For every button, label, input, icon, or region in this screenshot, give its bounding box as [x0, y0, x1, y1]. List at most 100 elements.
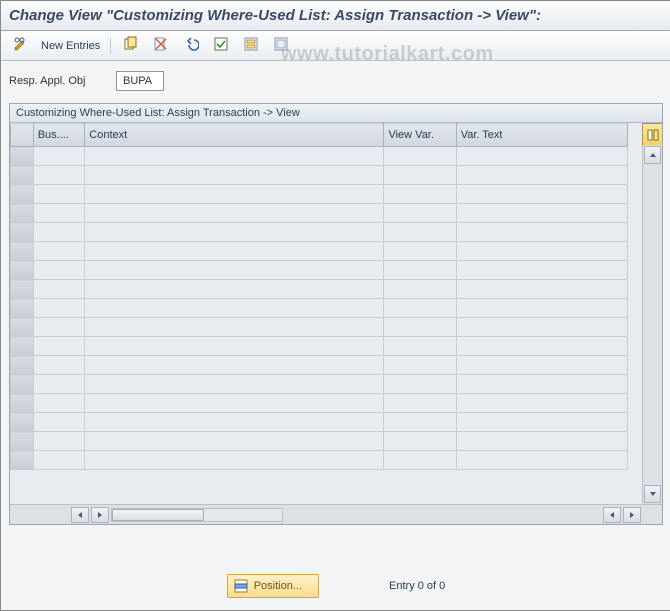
cell-var-text[interactable]	[456, 299, 627, 318]
cell-bus[interactable]	[33, 451, 85, 470]
row-selector[interactable]	[11, 223, 34, 242]
cell-context[interactable]	[85, 261, 384, 280]
scroll-up-button[interactable]	[644, 146, 661, 164]
scroll-down-button[interactable]	[644, 485, 661, 503]
cell-bus[interactable]	[33, 185, 85, 204]
row-selector[interactable]	[11, 280, 34, 299]
cell-view-var[interactable]	[384, 204, 456, 223]
cell-view-var[interactable]	[384, 356, 456, 375]
row-selector[interactable]	[11, 318, 34, 337]
table-row[interactable]	[11, 375, 628, 394]
cell-var-text[interactable]	[456, 166, 627, 185]
row-selector[interactable]	[11, 432, 34, 451]
hscroll-track-left[interactable]	[111, 508, 283, 522]
row-selector[interactable]	[11, 166, 34, 185]
col-header-bus[interactable]: Bus....	[33, 124, 85, 147]
table-row[interactable]	[11, 356, 628, 375]
select-block-button[interactable]	[239, 35, 263, 56]
table-row[interactable]	[11, 451, 628, 470]
new-entries-button[interactable]: New Entries	[39, 39, 102, 53]
delete-button[interactable]	[149, 35, 173, 56]
table-row[interactable]	[11, 318, 628, 337]
cell-view-var[interactable]	[384, 242, 456, 261]
position-button[interactable]: Position...	[227, 574, 319, 598]
configure-columns-button[interactable]	[642, 123, 662, 147]
hscroll-thumb[interactable]	[112, 509, 204, 521]
scroll-left-button-2[interactable]	[603, 507, 621, 523]
cell-var-text[interactable]	[456, 318, 627, 337]
cell-context[interactable]	[85, 299, 384, 318]
cell-context[interactable]	[85, 451, 384, 470]
cell-bus[interactable]	[33, 261, 85, 280]
cell-var-text[interactable]	[456, 242, 627, 261]
select-all-button[interactable]	[209, 35, 233, 56]
row-selector[interactable]	[11, 451, 34, 470]
row-selector[interactable]	[11, 413, 34, 432]
cell-bus[interactable]	[33, 337, 85, 356]
table-row[interactable]	[11, 204, 628, 223]
cell-context[interactable]	[85, 337, 384, 356]
table-row[interactable]	[11, 394, 628, 413]
cell-bus[interactable]	[33, 318, 85, 337]
table-row[interactable]	[11, 185, 628, 204]
cell-context[interactable]	[85, 375, 384, 394]
row-selector[interactable]	[11, 185, 34, 204]
vertical-scrollbar[interactable]	[642, 145, 662, 504]
row-selector[interactable]	[11, 375, 34, 394]
cell-view-var[interactable]	[384, 337, 456, 356]
cell-view-var[interactable]	[384, 147, 456, 166]
table-row[interactable]	[11, 280, 628, 299]
cell-bus[interactable]	[33, 375, 85, 394]
table-row[interactable]	[11, 147, 628, 166]
cell-var-text[interactable]	[456, 375, 627, 394]
cell-var-text[interactable]	[456, 261, 627, 280]
cell-context[interactable]	[85, 394, 384, 413]
table-row[interactable]	[11, 242, 628, 261]
cell-bus[interactable]	[33, 356, 85, 375]
row-selector[interactable]	[11, 394, 34, 413]
cell-bus[interactable]	[33, 413, 85, 432]
table-row[interactable]	[11, 261, 628, 280]
cell-bus[interactable]	[33, 147, 85, 166]
cell-view-var[interactable]	[384, 261, 456, 280]
cell-bus[interactable]	[33, 299, 85, 318]
resp-appl-obj-field[interactable]: BUPA	[116, 71, 164, 91]
cell-var-text[interactable]	[456, 413, 627, 432]
cell-var-text[interactable]	[456, 356, 627, 375]
cell-var-text[interactable]	[456, 432, 627, 451]
cell-bus[interactable]	[33, 166, 85, 185]
cell-context[interactable]	[85, 413, 384, 432]
cell-var-text[interactable]	[456, 394, 627, 413]
cell-view-var[interactable]	[384, 432, 456, 451]
table-row[interactable]	[11, 413, 628, 432]
table-row[interactable]	[11, 337, 628, 356]
cell-view-var[interactable]	[384, 280, 456, 299]
row-selector[interactable]	[11, 299, 34, 318]
cell-context[interactable]	[85, 185, 384, 204]
vscroll-track[interactable]	[644, 165, 661, 484]
cell-context[interactable]	[85, 204, 384, 223]
table-row[interactable]	[11, 432, 628, 451]
scroll-right-button[interactable]	[91, 507, 109, 523]
cell-bus[interactable]	[33, 204, 85, 223]
row-selector-header[interactable]	[11, 124, 34, 147]
cell-bus[interactable]	[33, 280, 85, 299]
cell-bus[interactable]	[33, 432, 85, 451]
cell-view-var[interactable]	[384, 394, 456, 413]
cell-var-text[interactable]	[456, 147, 627, 166]
row-selector[interactable]	[11, 147, 34, 166]
cell-var-text[interactable]	[456, 204, 627, 223]
cell-context[interactable]	[85, 223, 384, 242]
cell-context[interactable]	[85, 166, 384, 185]
table-row[interactable]	[11, 299, 628, 318]
cell-context[interactable]	[85, 147, 384, 166]
cell-view-var[interactable]	[384, 451, 456, 470]
table-row[interactable]	[11, 223, 628, 242]
cell-var-text[interactable]	[456, 280, 627, 299]
cell-view-var[interactable]	[384, 299, 456, 318]
toggle-display-change-button[interactable]	[9, 35, 33, 56]
row-selector[interactable]	[11, 261, 34, 280]
cell-view-var[interactable]	[384, 223, 456, 242]
cell-view-var[interactable]	[384, 166, 456, 185]
cell-var-text[interactable]	[456, 223, 627, 242]
